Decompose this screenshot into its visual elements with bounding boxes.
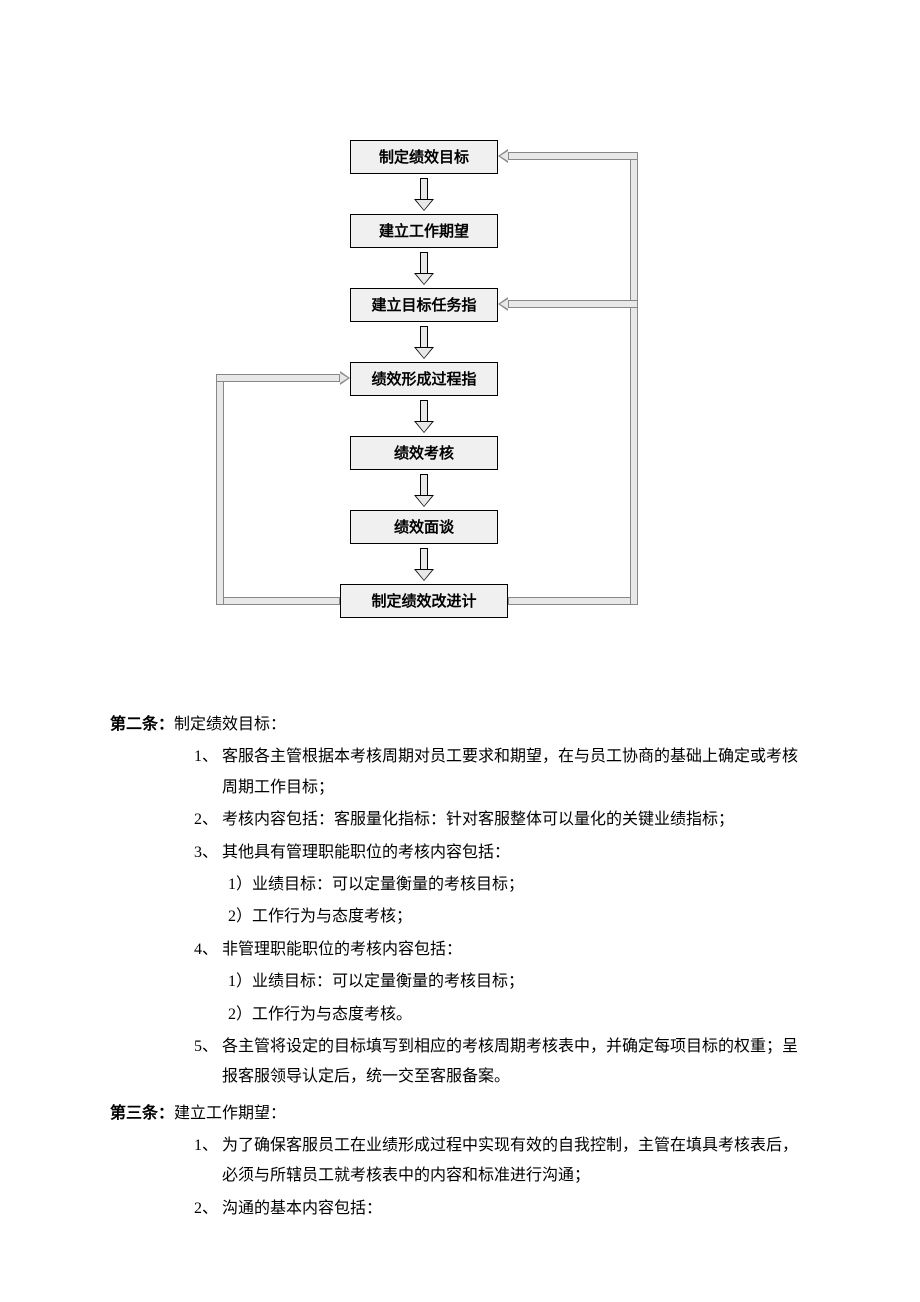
list-item: 1、为了确保客服员工在业绩形成过程中实现有效的自我控制，主管在填具考核表后，必须… — [110, 1131, 810, 1192]
flow-node: 建立目标任务指 — [350, 288, 498, 322]
sub-list-item: 2）工作行为与态度考核。 — [110, 1000, 810, 1030]
feedback-line — [508, 597, 638, 605]
item-number: 5、 — [194, 1032, 222, 1093]
item-text: 考核内容包括：客服量化指标：针对客服整体可以量化的关键业绩指标； — [222, 805, 734, 835]
item-text: 非管理职能职位的考核内容包括： — [222, 935, 462, 965]
flow-node: 制定绩效改进计 — [340, 584, 508, 618]
clause: 第三条：建立工作期望： — [110, 1099, 810, 1129]
flowchart: 制定绩效目标 建立工作期望 建立目标任务指 绩效形成过程指 绩效考核 绩效面谈 … — [110, 140, 810, 670]
list-item: 4、非管理职能职位的考核内容包括： — [110, 935, 810, 965]
item-number: 2、 — [194, 1194, 222, 1224]
clause-label: 第二条： — [110, 716, 174, 733]
feedback-line — [216, 374, 224, 605]
item-number: 1、 — [194, 1131, 222, 1192]
arrow-left-icon — [498, 297, 508, 311]
flow-node: 绩效面谈 — [350, 510, 498, 544]
item-text: 为了确保客服员工在业绩形成过程中实现有效的自我控制，主管在填具考核表后，必须与所… — [222, 1131, 810, 1192]
flow-node: 绩效考核 — [350, 436, 498, 470]
item-number: 1、 — [194, 742, 222, 803]
feedback-line — [508, 300, 638, 308]
arrow-down-icon — [416, 472, 432, 506]
flow-node: 绩效形成过程指 — [350, 362, 498, 396]
item-number: 4、 — [194, 935, 222, 965]
item-number: 3、 — [194, 838, 222, 868]
feedback-line — [216, 597, 340, 605]
list-item: 2、考核内容包括：客服量化指标：针对客服整体可以量化的关键业绩指标； — [110, 805, 810, 835]
item-text: 其他具有管理职能职位的考核内容包括： — [222, 838, 510, 868]
feedback-line — [216, 374, 340, 382]
clause-title: 制定绩效目标： — [174, 716, 286, 733]
feedback-line — [508, 152, 638, 160]
clause-label: 第三条： — [110, 1105, 174, 1122]
list-item: 1、客服各主管根据本考核周期对员工要求和期望，在与员工协商的基础上确定或考核周期… — [110, 742, 810, 803]
arrow-right-icon — [340, 371, 350, 385]
flow-node: 制定绩效目标 — [350, 140, 498, 174]
clause: 第二条：制定绩效目标： — [110, 710, 810, 740]
list-item: 3、其他具有管理职能职位的考核内容包括： — [110, 838, 810, 868]
arrow-down-icon — [416, 546, 432, 580]
arrow-down-icon — [416, 250, 432, 284]
arrow-down-icon — [416, 324, 432, 358]
feedback-line — [630, 152, 638, 605]
item-text: 各主管将设定的目标填写到相应的考核周期考核表中，并确定每项目标的权重；呈报客服领… — [222, 1032, 810, 1093]
item-text: 沟通的基本内容包括： — [222, 1194, 382, 1224]
arrow-left-icon — [498, 149, 508, 163]
sub-list-item: 1）业绩目标：可以定量衡量的考核目标； — [110, 870, 810, 900]
flow-node: 建立工作期望 — [350, 214, 498, 248]
item-text: 客服各主管根据本考核周期对员工要求和期望，在与员工协商的基础上确定或考核周期工作… — [222, 742, 810, 803]
list-item: 2、沟通的基本内容包括： — [110, 1194, 810, 1224]
sub-list-item: 2）工作行为与态度考核； — [110, 902, 810, 932]
clause-title: 建立工作期望： — [174, 1105, 286, 1122]
sub-list-item: 1）业绩目标：可以定量衡量的考核目标； — [110, 967, 810, 997]
arrow-down-icon — [416, 176, 432, 210]
list-item: 5、各主管将设定的目标填写到相应的考核周期考核表中，并确定每项目标的权重；呈报客… — [110, 1032, 810, 1093]
arrow-down-icon — [416, 398, 432, 432]
document-body: 第二条：制定绩效目标： 1、客服各主管根据本考核周期对员工要求和期望，在与员工协… — [110, 710, 810, 1224]
item-number: 2、 — [194, 805, 222, 835]
